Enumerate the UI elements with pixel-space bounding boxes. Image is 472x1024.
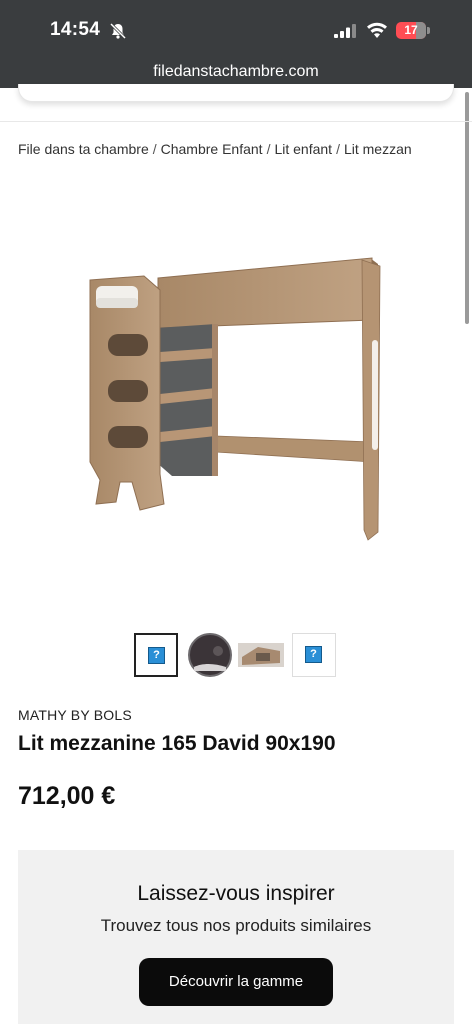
- thumbnail-1[interactable]: ?: [134, 633, 178, 677]
- wifi-icon: [367, 22, 387, 38]
- product-title: Lit mezzanine 165 David 90x190: [18, 732, 336, 755]
- breadcrumb-current: Lit mezzan: [343, 141, 412, 157]
- breadcrumb-separator: /: [336, 141, 340, 157]
- thumbnail-photo-bed: [238, 643, 284, 667]
- breadcrumb-home[interactable]: File dans ta chambre: [18, 141, 149, 157]
- breadcrumb: File dans ta chambre / Chambre Enfant / Lit …: [18, 141, 458, 157]
- breadcrumb-separator: /: [152, 141, 157, 157]
- broken-image-icon: ?: [305, 646, 322, 663]
- battery-level: 17: [404, 23, 418, 37]
- thumbnail-strip: ? ?: [134, 633, 344, 679]
- inspire-subtitle: Trouvez tous nos produits similaires: [100, 916, 372, 935]
- product-brand[interactable]: MATHY BY BOLS: [18, 707, 132, 723]
- header-divider: [0, 121, 472, 122]
- scrollbar[interactable]: [465, 92, 469, 324]
- breadcrumb-chambre-enfant[interactable]: Chambre Enfant: [161, 141, 263, 157]
- breadcrumb-lit-enfant[interactable]: Lit enfant: [274, 141, 332, 157]
- inspire-panel: Laissez-vous inspirer Trouvez tous nos p…: [18, 850, 454, 1024]
- status-bar: 14:54 17: [0, 0, 472, 60]
- breadcrumb-separator: /: [266, 141, 271, 157]
- product-image[interactable]: [80, 250, 400, 550]
- thumbnail-2[interactable]: [188, 633, 232, 677]
- discover-range-button[interactable]: Découvrir la gamme: [139, 958, 333, 1006]
- search-bar[interactable]: [18, 84, 454, 102]
- battery-icon: 17: [396, 22, 430, 39]
- product-price: 712,00 €: [18, 782, 116, 810]
- thumbnail-4[interactable]: ?: [292, 633, 336, 677]
- bell-slash-icon: [109, 22, 127, 40]
- thumbnail-photo-round: [188, 633, 232, 677]
- signal-icon: [334, 24, 356, 38]
- thumbnail-3[interactable]: [238, 633, 284, 677]
- clock: 14:54: [50, 19, 101, 40]
- inspire-title: Laissez-vous inspirer: [137, 882, 335, 905]
- broken-image-icon: ?: [148, 647, 165, 664]
